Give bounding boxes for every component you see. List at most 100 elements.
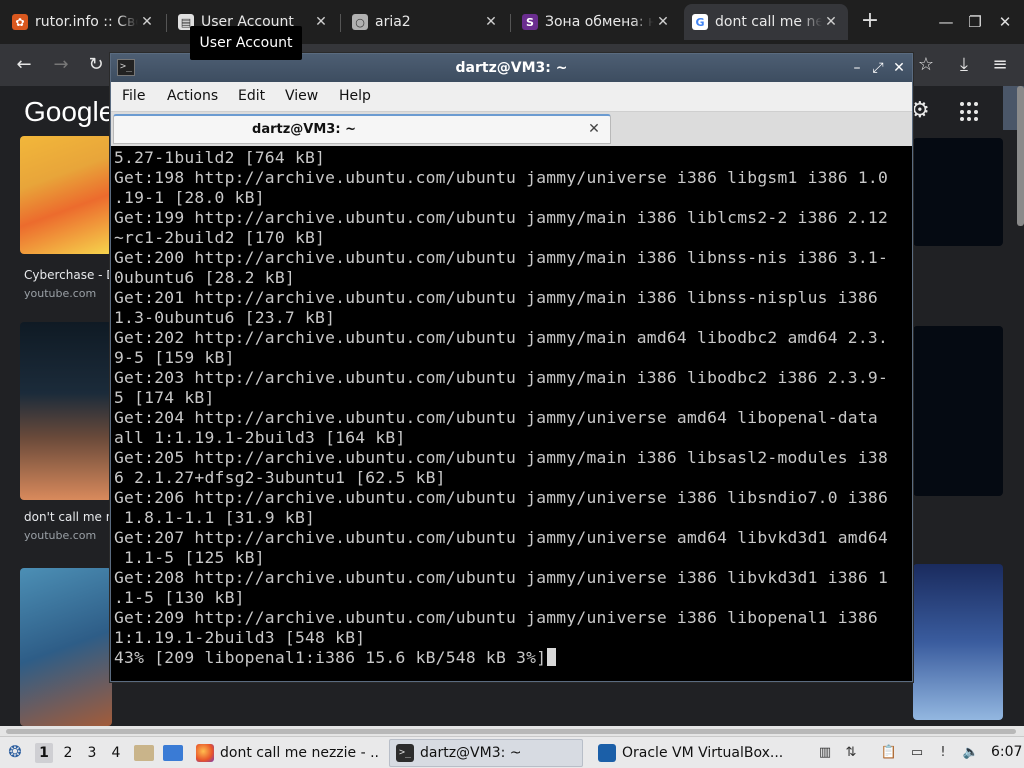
terminal-tabbar: dartz@VM3: ~ ✕ bbox=[111, 112, 912, 146]
result-source[interactable]: youtube.com bbox=[24, 529, 96, 542]
browser-tab-active[interactable]: G dont call me nez ✕ bbox=[684, 4, 848, 40]
terminal-line: Get:207 http://archive.ubuntu.com/ubuntu… bbox=[114, 528, 889, 547]
terminal-line: all 1:1.19.1-2build3 [164 kB] bbox=[114, 428, 406, 447]
workspace-4[interactable]: 4 bbox=[107, 743, 125, 763]
terminal-line: 1:1.19.1-2build3 [548 kB] bbox=[114, 628, 366, 647]
horizontal-scrollbar[interactable] bbox=[0, 726, 1024, 736]
menu-help[interactable]: Help bbox=[339, 88, 371, 104]
new-tab-button[interactable]: + bbox=[858, 10, 882, 34]
image-thumbnail[interactable] bbox=[20, 136, 112, 254]
browser-tab-rutor[interactable]: ✿ rutor.info :: Своб ✕ bbox=[4, 4, 164, 40]
apps-grid-icon[interactable] bbox=[960, 102, 980, 122]
close-icon[interactable]: ✕ bbox=[312, 14, 330, 30]
image-thumbnail[interactable] bbox=[913, 326, 1003, 496]
terminal-icon[interactable]: >_ bbox=[117, 59, 135, 76]
clock[interactable]: 6:07 bbox=[991, 744, 1022, 760]
terminal-line: 5.27-1build2 [764 kB] bbox=[114, 148, 326, 167]
task-label: dartz@VM3: ~ bbox=[420, 745, 522, 761]
close-icon[interactable]: ✕ bbox=[482, 14, 500, 30]
reload-icon[interactable]: ↻ bbox=[84, 53, 108, 77]
terminal-line: 5 [174 kB] bbox=[114, 388, 215, 407]
result-source[interactable]: youtube.com bbox=[24, 287, 96, 300]
minimize-icon[interactable]: — bbox=[934, 10, 958, 34]
browser-tab-strip: ✿ rutor.info :: Своб ✕ ▤ User Account ✕ … bbox=[0, 0, 1024, 44]
menu-actions[interactable]: Actions bbox=[167, 88, 218, 104]
maximize-icon[interactable]: ⤢ bbox=[869, 58, 887, 78]
terminal-line: Get:209 http://archive.ubuntu.com/ubuntu… bbox=[114, 608, 878, 627]
tab-title: rutor.info :: Своб bbox=[35, 14, 138, 30]
clipboard-icon[interactable]: 📋 bbox=[880, 743, 898, 763]
browser-tab-aria2[interactable]: ○ aria2 ✕ bbox=[344, 4, 508, 40]
scrollbar[interactable] bbox=[1017, 86, 1024, 226]
volume-icon[interactable]: 🔈 bbox=[962, 743, 980, 763]
image-thumbnail[interactable] bbox=[20, 568, 112, 726]
terminal-line: 6 2.1.27+dfsg2-3ubuntu1 [62.5 kB] bbox=[114, 468, 446, 487]
firefox-icon bbox=[196, 744, 214, 762]
tab-title: aria2 bbox=[375, 14, 411, 30]
image-thumbnail[interactable] bbox=[913, 564, 1003, 720]
menu-edit[interactable]: Edit bbox=[238, 88, 265, 104]
workspace-1[interactable]: 1 bbox=[35, 743, 53, 763]
terminal-tab[interactable]: dartz@VM3: ~ ✕ bbox=[113, 114, 611, 144]
workspace-2[interactable]: 2 bbox=[59, 743, 77, 763]
aria2-icon: ○ bbox=[352, 14, 368, 30]
image-thumbnail[interactable] bbox=[913, 138, 1003, 246]
terminal-line: 9-5 [159 kB] bbox=[114, 348, 235, 367]
progress-text: 43% [209 libopenal1:i386 15.6 kB/548 kB … bbox=[114, 648, 547, 667]
back-arrow-icon[interactable]: ← bbox=[12, 53, 36, 77]
task-virtualbox[interactable]: Oracle VM VirtualBox... bbox=[592, 739, 792, 767]
task-terminal[interactable]: >_ dartz@VM3: ~ bbox=[389, 739, 583, 767]
terminal-line: Get:203 http://archive.ubuntu.com/ubuntu… bbox=[114, 368, 889, 387]
terminal-line: 1.1-5 [125 kB] bbox=[114, 548, 265, 567]
text-cursor bbox=[547, 648, 557, 666]
image-thumbnail[interactable] bbox=[20, 322, 112, 500]
result-title[interactable]: Cyberchase - DC bbox=[24, 268, 110, 282]
workspace-3[interactable]: 3 bbox=[83, 743, 101, 763]
start-menu-icon[interactable]: ❂ bbox=[6, 742, 24, 762]
network-icon[interactable]: ⇅ bbox=[842, 743, 860, 763]
terminal-output[interactable]: 5.27-1build2 [764 kB] Get:198 http://arch… bbox=[114, 148, 909, 678]
notification-icon[interactable]: ! bbox=[934, 743, 952, 763]
terminal-line: Get:199 http://archive.ubuntu.com/ubuntu… bbox=[114, 208, 889, 227]
task-label: Oracle VM VirtualBox... bbox=[622, 745, 784, 761]
tab-title: Зона обмена: на bbox=[545, 14, 654, 30]
close-icon[interactable]: ✕ bbox=[890, 58, 908, 78]
close-window-icon[interactable]: ✕ bbox=[993, 10, 1017, 34]
monitor-icon[interactable]: ▭ bbox=[908, 743, 926, 763]
archive-icon[interactable]: ▥ bbox=[816, 743, 834, 763]
download-icon[interactable]: ⤓ bbox=[952, 53, 976, 77]
taskbar: ❂ 1 2 3 4 dont call me nezzie - ... >_ d… bbox=[0, 736, 1024, 768]
close-icon[interactable]: ✕ bbox=[822, 14, 840, 30]
close-tab-icon[interactable]: ✕ bbox=[586, 120, 602, 138]
menu-view[interactable]: View bbox=[285, 88, 318, 104]
minimize-icon[interactable]: – bbox=[848, 58, 866, 78]
scrollbar-thumb[interactable] bbox=[6, 729, 1016, 734]
terminal-window: dartz@VM3: ~ >_ – ⤢ ✕ File Actions Edit … bbox=[110, 53, 913, 682]
terminal-line: Get:202 http://archive.ubuntu.com/ubuntu… bbox=[114, 328, 889, 347]
close-icon[interactable]: ✕ bbox=[138, 14, 156, 30]
menu-icon[interactable]: ≡ bbox=[988, 53, 1012, 77]
menu-file[interactable]: File bbox=[122, 88, 145, 104]
rutor-icon: ✿ bbox=[12, 14, 28, 30]
google-logo[interactable]: Google bbox=[24, 96, 114, 128]
terminal-line: .1-5 [130 kB] bbox=[114, 588, 245, 607]
restore-icon[interactable]: ❐ bbox=[963, 10, 987, 34]
bookmark-star-icon[interactable]: ☆ bbox=[914, 53, 938, 77]
file-manager-icon[interactable] bbox=[134, 745, 154, 761]
browser-tab-zona[interactable]: S Зона обмена: на ✕ bbox=[514, 4, 680, 40]
terminal-line: Get:201 http://archive.ubuntu.com/ubuntu… bbox=[114, 288, 878, 307]
task-label: dont call me nezzie - ... bbox=[220, 745, 380, 761]
terminal-tab-label: dartz@VM3: ~ bbox=[252, 122, 356, 137]
forward-arrow-icon[interactable]: → bbox=[49, 53, 73, 77]
google-icon: G bbox=[692, 14, 708, 30]
close-icon[interactable]: ✕ bbox=[654, 14, 672, 30]
s-icon: S bbox=[522, 14, 538, 30]
terminal-line: 1.3-0ubuntu6 [23.7 kB] bbox=[114, 308, 336, 327]
terminal-line: Get:204 http://archive.ubuntu.com/ubuntu… bbox=[114, 408, 878, 427]
terminal-icon: >_ bbox=[396, 744, 414, 762]
tab-tooltip: User Account bbox=[190, 26, 302, 60]
terminal-line: Get:198 http://archive.ubuntu.com/ubuntu… bbox=[114, 168, 889, 187]
show-desktop-icon[interactable] bbox=[163, 745, 183, 761]
result-title[interactable]: don't call me ne bbox=[24, 510, 110, 524]
task-firefox[interactable]: dont call me nezzie - ... bbox=[190, 739, 380, 767]
